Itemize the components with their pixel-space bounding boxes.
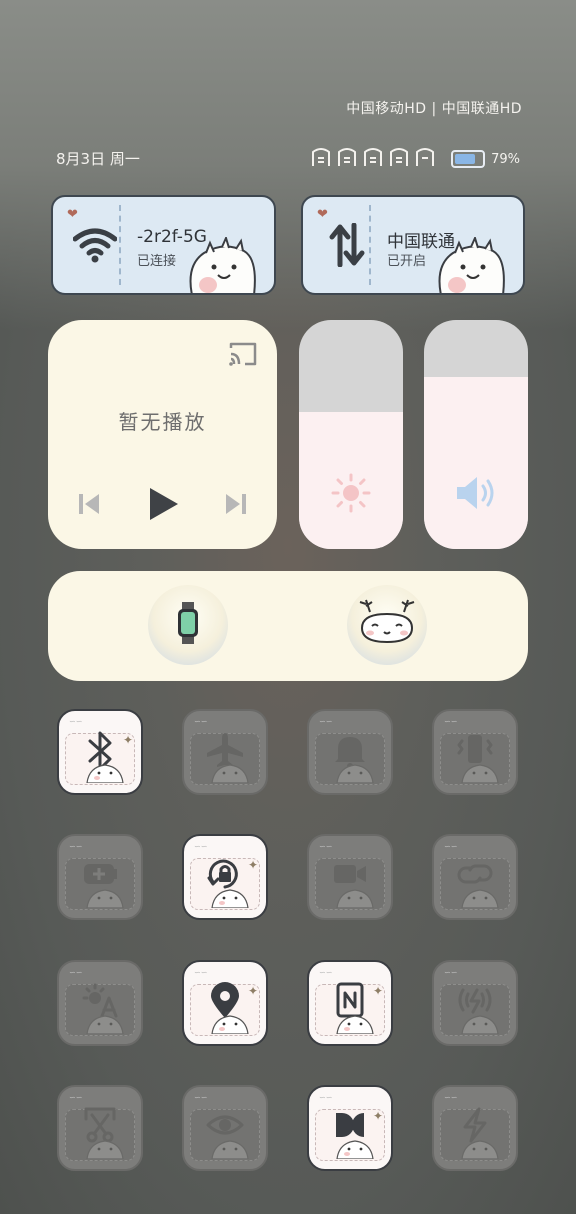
previous-track-icon[interactable] [76, 491, 102, 521]
tile-decoration: ∽∽ [194, 968, 208, 977]
toggle-link[interactable]: ∽∽ [432, 834, 518, 920]
toggle-dark-mode[interactable]: ∽∽ ✦ [307, 1085, 393, 1171]
tile-decoration: ∽∽ [69, 842, 83, 851]
tile-decoration: ∽∽ [69, 1093, 83, 1102]
ghost-icon [210, 1137, 250, 1163]
toggle-nfc[interactable]: ∽∽ ✦ [307, 960, 393, 1046]
toggle-power-boost[interactable]: ∽∽ [432, 1085, 518, 1171]
toggle-vibrate[interactable]: ∽∽ [432, 709, 518, 795]
sun-icon [331, 473, 371, 517]
heart-icon: ❤ [317, 207, 328, 222]
ghost-icon [210, 886, 250, 912]
ghost-icon [460, 761, 500, 787]
tile-decoration: ∽∽ [69, 717, 83, 726]
smartwatch-icon [176, 602, 200, 648]
sparkle-icon: ✦ [247, 984, 258, 998]
ticket-divider [119, 205, 121, 285]
speaker-icon [453, 473, 499, 517]
ghost-icon [210, 1012, 250, 1038]
ghost-icon [85, 886, 125, 912]
tile-decoration: ∽∽ [194, 1093, 208, 1102]
status-icons: 79% [311, 146, 520, 172]
tile-decoration: ∽∽ [194, 717, 208, 726]
carrier-label: 中国移动HD | 中国联通HD [346, 101, 522, 117]
connected-devices-card [48, 571, 528, 681]
toggle-airplane[interactable]: ∽∽ [182, 709, 268, 795]
toggle-bell[interactable]: ∽∽ [307, 709, 393, 795]
toggle-eye-comfort[interactable]: ∽∽ [182, 1085, 268, 1171]
wifi-icon [72, 225, 118, 269]
date-label: 8月3日 周一 [56, 150, 140, 168]
dinosaur-icon [433, 235, 509, 293]
brightness-slider[interactable] [299, 320, 403, 549]
battery-icon [451, 150, 486, 168]
ghost-icon [85, 761, 125, 787]
sparkle-icon: ✦ [122, 733, 133, 747]
tile-decoration: ∽∽ [319, 717, 333, 726]
ticket-divider [369, 205, 371, 285]
tile-decoration: ∽∽ [319, 968, 333, 977]
toggle-bluetooth[interactable]: ∽∽ ✦ [57, 709, 143, 795]
tile-decoration: ∽∽ [444, 968, 458, 977]
tile-decoration: ∽∽ [444, 717, 458, 726]
ghost-icon [85, 1137, 125, 1163]
toggle-wireless-charging[interactable]: ∽∽ [432, 960, 518, 1046]
ghost-icon [460, 1012, 500, 1038]
toggle-location[interactable]: ∽∽ ✦ [182, 960, 268, 1046]
ghost-icon [210, 761, 250, 787]
sparkle-icon: ✦ [372, 984, 383, 998]
signal-icons [311, 146, 445, 172]
battery-percent: 79% [491, 151, 520, 167]
volume-slider[interactable] [424, 320, 528, 549]
toggle-screenshot-scissors[interactable]: ∽∽ [57, 1085, 143, 1171]
tile-decoration: ∽∽ [69, 968, 83, 977]
device-watch-button[interactable] [148, 585, 228, 665]
wifi-card[interactable]: ❤ -2r2f-5G 已连接 [51, 195, 276, 295]
ghost-icon [335, 1137, 375, 1163]
ghost-icon [460, 886, 500, 912]
toggle-battery-saver[interactable]: ∽∽ [57, 834, 143, 920]
device-companion-button[interactable] [347, 585, 427, 665]
ghost-icon [335, 1012, 375, 1038]
dinosaur-icon [184, 235, 260, 293]
toggle-auto-brightness[interactable]: ∽∽ [57, 960, 143, 1046]
cartoon-animal-icon [356, 598, 418, 652]
mobile-data-icon [329, 222, 365, 271]
tile-decoration: ∽∽ [319, 1093, 333, 1102]
tile-decoration: ∽∽ [444, 842, 458, 851]
wifi-state: 已连接 [137, 254, 177, 269]
play-icon[interactable] [146, 486, 180, 526]
data-state: 已开启 [387, 254, 427, 269]
sparkle-icon: ✦ [247, 858, 258, 872]
tile-decoration: ∽∽ [194, 842, 208, 851]
cast-icon[interactable] [227, 340, 259, 372]
tile-decoration: ∽∽ [444, 1093, 458, 1102]
ghost-icon [460, 1137, 500, 1163]
tile-decoration: ∽∽ [319, 842, 333, 851]
ghost-icon [85, 1012, 125, 1038]
sparkle-icon: ✦ [372, 1109, 383, 1123]
toggle-video[interactable]: ∽∽ [307, 834, 393, 920]
ghost-icon [335, 886, 375, 912]
no-media-label: 暂无播放 [118, 410, 207, 434]
media-player-card[interactable]: 暂无播放 [48, 320, 277, 549]
next-track-icon[interactable] [223, 491, 249, 521]
ghost-icon [335, 761, 375, 787]
volume-fill [424, 377, 528, 549]
mobile-data-card[interactable]: ❤ 中国联通 已开启 [301, 195, 525, 295]
toggle-rotation-lock[interactable]: ∽∽ ✦ [182, 834, 268, 920]
heart-icon: ❤ [67, 207, 78, 222]
